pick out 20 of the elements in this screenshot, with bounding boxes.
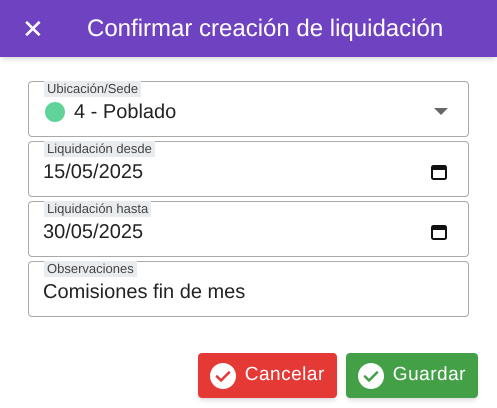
field-value: 30/05/2025 [43,220,144,245]
field-label: Ubicación/Sede [44,81,142,97]
calendar-icon[interactable] [430,223,448,241]
dialog-title: Confirmar creación de liquidación [87,14,444,44]
input-field[interactable]: Observaciones Comisiones fin de mes [28,261,469,317]
field-value: 4 - Poblado [74,100,178,125]
caret-icon[interactable] [434,108,448,116]
location-select[interactable]: Ubicación/Sede 4 - Poblado [28,81,469,137]
date-field[interactable]: Liquidación hasta 30/05/2025 [28,201,469,257]
field-label: Liquidación hasta [44,201,152,217]
check-circle-icon [358,362,384,388]
calendar-icon[interactable] [430,163,448,181]
check-circle-icon [210,362,236,388]
field-label: Liquidación desde [44,141,155,157]
date-field[interactable]: Liquidación desde 15/05/2025 [28,141,469,197]
field-value: Comisiones fin de mes [43,280,246,305]
cancel-button[interactable]: Cancelar [198,353,337,398]
field-value: 15/05/2025 [43,160,144,185]
close-icon[interactable]: ✕ [22,16,44,42]
field-label: Observaciones [44,261,137,277]
